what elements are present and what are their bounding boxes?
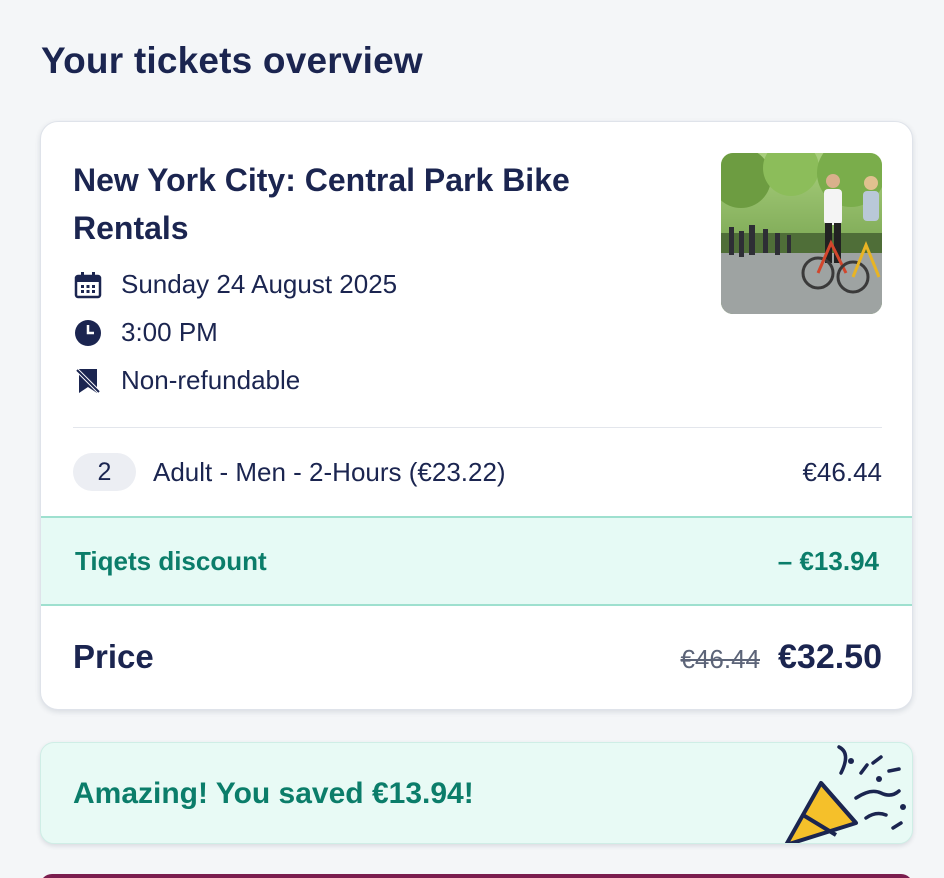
product-photo	[721, 153, 882, 314]
original-price: €46.44	[680, 643, 760, 674]
final-price: €32.50	[778, 637, 882, 676]
price-values: €46.44 €32.50	[680, 638, 882, 677]
non-refundable-icon	[73, 366, 103, 396]
refund-text: Non-refundable	[121, 365, 301, 395]
discount-row: Tiqets discount – €13.94	[41, 516, 912, 606]
clock-icon	[73, 318, 103, 348]
savings-message: Amazing! You saved €13.94!	[73, 777, 474, 810]
date-text: Sunday 24 August 2025	[121, 269, 398, 299]
divider	[73, 427, 882, 428]
party-popper-icon	[784, 745, 906, 843]
ticket-card: New York City: Central Park Bike Rentals	[40, 121, 913, 710]
date-row: Sunday 24 August 2025	[73, 269, 397, 300]
page-title: Your tickets overview	[41, 40, 423, 81]
discount-label: Tiqets discount	[75, 545, 267, 576]
price-label: Price	[73, 638, 154, 675]
time-row: 3:00 PM	[73, 317, 218, 348]
time-text: 3:00 PM	[121, 317, 218, 347]
line-item-price: €46.44	[802, 456, 882, 487]
next-card-edge	[40, 874, 913, 878]
price-row: Price €46.44 €32.50	[73, 632, 882, 682]
savings-banner: Amazing! You saved €13.94!	[40, 742, 913, 844]
line-item: 2 Adult - Men - 2-Hours (€23.22) €46.44	[73, 453, 882, 491]
discount-amount: – €13.94	[777, 545, 879, 576]
product-title[interactable]: New York City: Central Park Bike Rentals	[73, 156, 673, 252]
calendar-icon	[73, 270, 103, 300]
quantity-badge: 2	[73, 453, 136, 491]
product-thumbnail[interactable]	[721, 153, 882, 314]
line-item-label: Adult - Men - 2-Hours (€23.22)	[153, 456, 506, 487]
refund-row: Non-refundable	[73, 365, 300, 396]
